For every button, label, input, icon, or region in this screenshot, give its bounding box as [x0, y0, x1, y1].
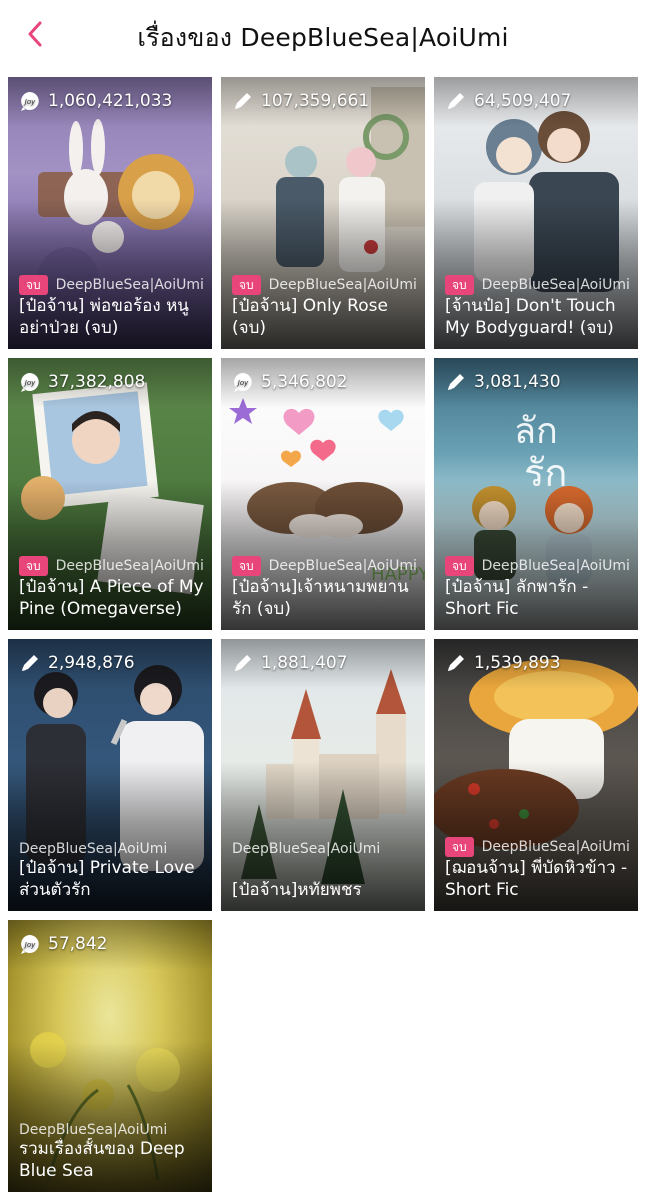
- author-name: DeepBlueSea|AoiUmi: [19, 1122, 168, 1138]
- view-count: Joy 37,382,808: [18, 371, 145, 393]
- story-title: [จ้านป๋อ] Don't Touch My Bodyguard! (จบ): [445, 296, 616, 338]
- author-name: DeepBlueSea|AoiUmi: [268, 277, 417, 293]
- svg-text:Joy: Joy: [23, 941, 36, 949]
- status-badge: จบ: [445, 837, 474, 857]
- svg-text:ลัก: ลัก: [514, 411, 558, 452]
- author-name: DeepBlueSea|AoiUmi: [232, 841, 381, 857]
- status-badge: จบ: [445, 275, 474, 295]
- svg-text:Joy: Joy: [23, 98, 36, 106]
- story-title: [ฌอนจ้าน] พี่บัดหิวข้าว - Short Fic: [445, 858, 628, 900]
- author-name: DeepBlueSea|AoiUmi: [55, 277, 204, 293]
- view-count: Joy 5,346,802: [231, 371, 348, 393]
- view-count: 1,539,893: [444, 652, 561, 674]
- status-badge: จบ: [19, 556, 48, 576]
- story-title: [ป๋อจ้าน]หทัยพชร: [232, 880, 362, 900]
- pen-icon: [231, 90, 255, 112]
- svg-text:Joy: Joy: [236, 379, 249, 387]
- view-count: 64,509,407: [444, 90, 571, 112]
- story-card[interactable]: ลัก รัก 3,081,430 จบ DeepBlueSea|AoiUmi …: [434, 358, 638, 630]
- pen-icon: [444, 371, 468, 393]
- joy-chat-icon: Joy: [18, 90, 42, 112]
- pen-icon: [18, 652, 42, 674]
- joy-chat-icon: Joy: [231, 371, 255, 393]
- story-title: [ป๋อจ้าน] ลักพารัก - Short Fic: [445, 577, 589, 619]
- status-badge: จบ: [232, 275, 261, 295]
- view-count: Joy 1,060,421,033: [18, 90, 172, 112]
- status-badge: จบ: [19, 275, 48, 295]
- story-title: [ป๋อจ้าน] A Piece of My Pine (Omegaverse…: [19, 577, 204, 619]
- author-name: DeepBlueSea|AoiUmi: [481, 839, 630, 855]
- story-card[interactable]: Joy 57,842 DeepBlueSea|AoiUmi รวมเรื่องส…: [8, 920, 212, 1192]
- author-name: DeepBlueSea|AoiUmi: [481, 277, 630, 293]
- view-count: Joy 57,842: [18, 933, 107, 955]
- status-badge: จบ: [445, 556, 474, 576]
- story-title: รวมเรื่องสั้นของ Deep Blue Sea: [19, 1139, 185, 1181]
- story-title: [ป๋อจ้าน]เจ้าหนามพยานรัก (จบ): [232, 577, 409, 619]
- story-card[interactable]: Joy 1,060,421,033 จบ DeepBlueSea|AoiUmi …: [8, 77, 212, 349]
- svg-text:Joy: Joy: [23, 379, 36, 387]
- story-card[interactable]: Joy 37,382,808 จบ DeepBlueSea|AoiUmi [ป๋…: [8, 358, 212, 630]
- view-count: 2,948,876: [18, 652, 135, 674]
- story-card[interactable]: 1,881,407 DeepBlueSea|AoiUmi [ป๋อจ้าน]หท…: [221, 639, 425, 911]
- pen-icon: [231, 652, 255, 674]
- story-title: [ป๋อจ้าน] Only Rose (จบ): [232, 296, 388, 338]
- story-card[interactable]: 107,359,661 จบ DeepBlueSea|AoiUmi [ป๋อจ้…: [221, 77, 425, 349]
- joy-chat-icon: Joy: [18, 933, 42, 955]
- story-title: [ป๋อจ้าน] Private Love ส่วนตัวรัก: [19, 858, 195, 900]
- author-name: DeepBlueSea|AoiUmi: [481, 558, 630, 574]
- view-count: 107,359,661: [231, 90, 369, 112]
- pen-icon: [444, 652, 468, 674]
- pen-icon: [444, 90, 468, 112]
- joy-chat-icon: Joy: [18, 371, 42, 393]
- story-card[interactable]: 2,948,876 DeepBlueSea|AoiUmi [ป๋อจ้าน] P…: [8, 639, 212, 911]
- story-grid: Joy 1,060,421,033 จบ DeepBlueSea|AoiUmi …: [0, 0, 646, 1200]
- view-count: 1,881,407: [231, 652, 348, 674]
- story-card[interactable]: 1,539,893 จบ DeepBlueSea|AoiUmi [ฌอนจ้าน…: [434, 639, 638, 911]
- author-name: DeepBlueSea|AoiUmi: [19, 841, 168, 857]
- story-card[interactable]: HAPPY Joy 5,346,802 จบ DeepBlueSea|AoiUm…: [221, 358, 425, 630]
- author-name: DeepBlueSea|AoiUmi: [55, 558, 204, 574]
- story-card[interactable]: 64,509,407 จบ DeepBlueSea|AoiUmi [จ้านป๋…: [434, 77, 638, 349]
- status-badge: จบ: [232, 556, 261, 576]
- author-name: DeepBlueSea|AoiUmi: [268, 558, 417, 574]
- view-count: 3,081,430: [444, 371, 561, 393]
- story-title: [ป๋อจ้าน] พ่อขอร้อง หนูอย่าป่วย (จบ): [19, 296, 189, 338]
